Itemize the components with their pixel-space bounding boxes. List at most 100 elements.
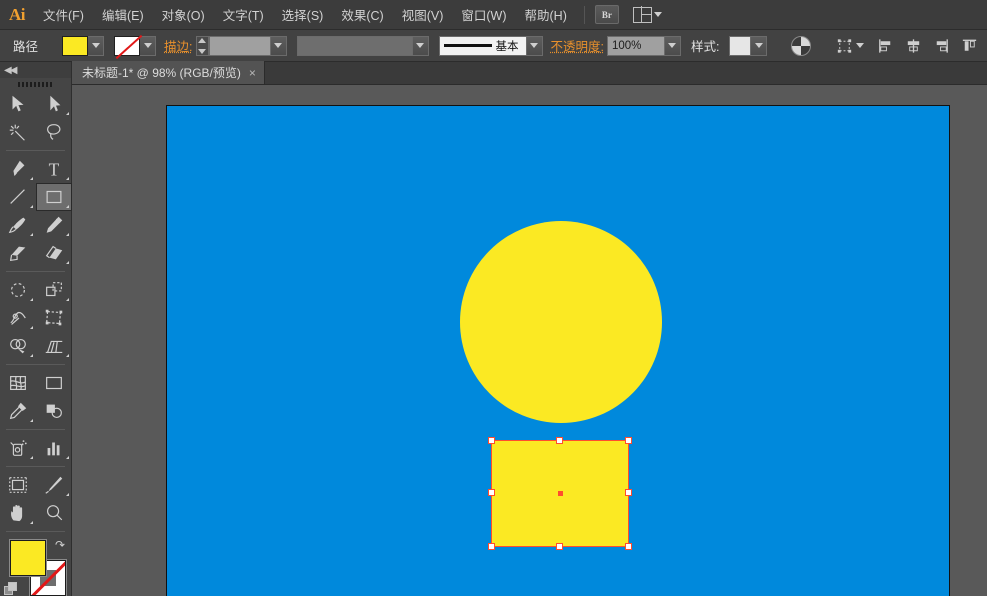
chevron-down-icon <box>856 43 864 48</box>
transform-icon <box>835 36 854 56</box>
menu-select[interactable]: 选择(S) <box>273 0 333 30</box>
selection-tool[interactable] <box>0 90 36 118</box>
menu-help[interactable]: 帮助(H) <box>516 0 576 30</box>
rotate-icon <box>7 279 29 301</box>
transform-panel-button[interactable] <box>835 36 864 56</box>
opacity-mask-icon[interactable] <box>791 36 811 56</box>
eraser-tool[interactable] <box>36 239 72 267</box>
type-tool[interactable]: T <box>36 155 72 183</box>
rotate-tool[interactable] <box>0 276 36 304</box>
graphic-style-swatch[interactable] <box>729 36 751 56</box>
graphic-style-dropdown-button[interactable] <box>751 36 767 56</box>
slice-tool[interactable] <box>36 471 72 499</box>
shape-builder-tool[interactable] <box>0 332 36 360</box>
stroke-weight-label: 描边: <box>156 36 195 55</box>
menu-effect[interactable]: 效果(C) <box>332 0 392 30</box>
artboard[interactable] <box>166 105 950 596</box>
align-center-horizontal-icon[interactable] <box>904 36 923 56</box>
stroke-weight-stepper[interactable] <box>196 36 209 56</box>
stroke-weight-input[interactable] <box>209 36 271 56</box>
rectangle-shape[interactable] <box>491 440 629 547</box>
hand-tool[interactable] <box>0 499 36 527</box>
zoom-tool[interactable] <box>36 499 72 527</box>
tool-group-corner-icon <box>66 177 69 180</box>
perspective-grid-tool[interactable] <box>36 332 72 360</box>
control-options-bar: 路径 描边: 基本 不透明度: 100% 样式: <box>0 30 987 62</box>
app-logo-icon: Ai <box>0 0 34 30</box>
stroke-swatch[interactable] <box>114 36 140 56</box>
align-top-icon[interactable] <box>960 36 979 56</box>
circle-shape[interactable] <box>460 221 662 423</box>
align-right-icon[interactable] <box>932 36 951 56</box>
blob-brush-tool[interactable] <box>0 239 36 267</box>
fill-dropdown-button[interactable] <box>88 36 104 56</box>
default-fill-square <box>8 582 17 591</box>
align-left-icon[interactable] <box>876 36 895 56</box>
default-fill-stroke-icon[interactable] <box>4 582 19 596</box>
mesh-icon <box>7 372 29 394</box>
artboard-tool[interactable] <box>0 471 36 499</box>
opacity-input[interactable]: 100% <box>607 36 665 56</box>
brush-definition-dropdown-button[interactable] <box>527 36 543 56</box>
opacity-dropdown-button[interactable] <box>665 36 681 56</box>
blob-brush-icon <box>7 242 29 264</box>
stroke-weight-dropdown-button[interactable] <box>271 36 287 56</box>
tools-divider <box>6 364 65 365</box>
mesh-tool[interactable] <box>0 369 36 397</box>
eyedropper-tool[interactable] <box>0 397 36 425</box>
tool-group-corner-icon <box>66 261 69 264</box>
free-transform-tool[interactable] <box>36 304 72 332</box>
workspace-switcher-icon[interactable] <box>633 7 662 23</box>
menu-divider <box>584 6 585 24</box>
fill-color-swatch[interactable] <box>10 540 46 576</box>
pencil-tool[interactable] <box>36 211 72 239</box>
tool-group-corner-icon <box>30 354 33 357</box>
tools-grid-6 <box>0 471 71 527</box>
symbol-sprayer-tool[interactable] <box>0 434 36 462</box>
tool-group-corner-icon <box>66 112 69 115</box>
tools-panel-grip[interactable] <box>0 78 71 90</box>
gradient-tool[interactable] <box>36 369 72 397</box>
lasso-tool[interactable] <box>36 118 72 146</box>
stroke-dropdown-button[interactable] <box>140 36 156 56</box>
menu-type[interactable]: 文字(T) <box>214 0 273 30</box>
menu-edit[interactable]: 编辑(E) <box>93 0 153 30</box>
tool-group-corner-icon <box>66 298 69 301</box>
variable-width-profile-input[interactable] <box>297 36 413 56</box>
brush-definition-label: 基本 <box>496 38 519 54</box>
menu-window[interactable]: 窗口(W) <box>452 0 515 30</box>
stroke-color-control[interactable] <box>114 36 156 56</box>
paintbrush-tool[interactable] <box>0 211 36 239</box>
scale-tool[interactable] <box>36 276 72 304</box>
chevron-down-icon <box>144 43 152 48</box>
close-icon[interactable]: × <box>249 67 256 79</box>
line-segment-tool[interactable] <box>0 183 36 211</box>
magic-wand-tool[interactable] <box>0 118 36 146</box>
canvas-area[interactable] <box>72 85 987 596</box>
rectangle-tool[interactable] <box>36 183 72 211</box>
width-tool[interactable] <box>0 304 36 332</box>
document-tab[interactable]: 未标题-1* @ 98% (RGB/预览) × <box>72 61 265 84</box>
fill-color-control[interactable] <box>62 36 104 56</box>
menu-view[interactable]: 视图(V) <box>393 0 453 30</box>
menu-object[interactable]: 对象(O) <box>153 0 214 30</box>
column-graph-tool[interactable] <box>36 434 72 462</box>
eraser-icon <box>43 242 65 264</box>
direct-selection-tool[interactable] <box>36 90 72 118</box>
swap-fill-stroke-icon[interactable]: ↷ <box>55 538 65 552</box>
tool-group-corner-icon <box>30 233 33 236</box>
tools-panel-collapse-button[interactable]: ◀◀ <box>0 62 71 78</box>
tool-group-corner-icon <box>30 205 33 208</box>
bridge-button[interactable]: Br <box>595 5 619 24</box>
tools-panel: ◀◀ <box>0 62 72 596</box>
grip-lines-icon <box>18 82 54 87</box>
variable-width-profile-dropdown-button[interactable] <box>413 36 429 56</box>
menu-file[interactable]: 文件(F) <box>34 0 93 30</box>
pen-tool[interactable] <box>0 155 36 183</box>
blend-tool[interactable] <box>36 397 72 425</box>
align-buttons-group <box>876 36 987 56</box>
fill-swatch[interactable] <box>62 36 88 56</box>
brush-definition-control[interactable]: 基本 <box>439 36 527 56</box>
tool-group-corner-icon <box>30 419 33 422</box>
stepper-down-icon <box>198 49 206 54</box>
